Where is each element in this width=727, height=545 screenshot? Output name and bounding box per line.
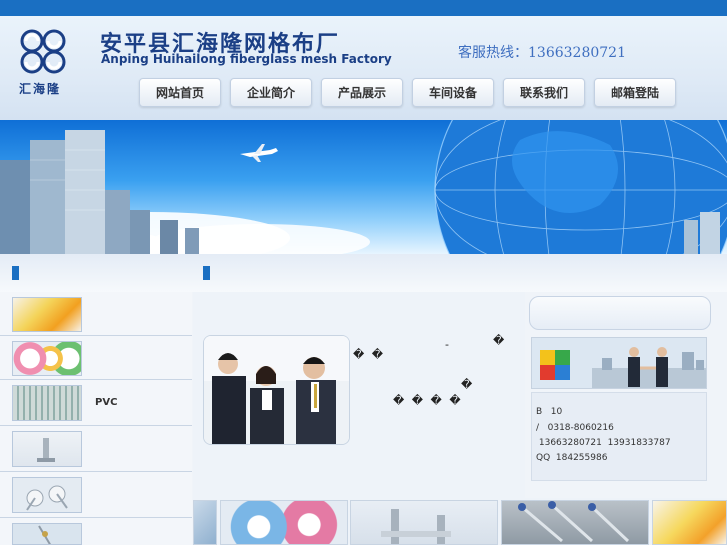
- banner-illustration: [0, 120, 727, 254]
- contact-address: B 10: [536, 407, 563, 417]
- nav-home[interactable]: 网站首页: [139, 78, 221, 107]
- handshake-photo: [531, 337, 707, 389]
- sidebar-item[interactable]: [0, 518, 192, 545]
- top-bar: [0, 0, 727, 16]
- garbled-text: �: [493, 334, 507, 347]
- product-thumb-anchor[interactable]: [12, 431, 82, 467]
- section-strip: [0, 254, 727, 292]
- nav-email-login[interactable]: 邮箱登陆: [594, 78, 676, 107]
- nav-workshop[interactable]: 车间设备: [412, 78, 494, 107]
- sidebar-item[interactable]: [0, 426, 192, 472]
- brand-subtitle: Anping Huihailong fiberglass mesh Factor…: [101, 52, 392, 66]
- gallery-item-tapes[interactable]: [220, 500, 348, 545]
- logo-text: 汇海隆: [19, 82, 62, 96]
- sidebar-item[interactable]: [0, 472, 192, 518]
- contact-qq: QQ 184255986: [536, 453, 608, 463]
- header: 汇海隆 安平县汇海隆网格布厂 Anping Huihailong fibergl…: [0, 16, 727, 120]
- contact-phone: / 0318-8060216: [536, 423, 614, 433]
- strip-marker-left: [12, 266, 19, 280]
- garbled-text: � � � �: [393, 394, 463, 407]
- nav-contact[interactable]: 联系我们: [503, 78, 585, 107]
- product-sidebar: PVC: [0, 292, 193, 545]
- main-nav: 网站首页 企业简介 产品展示 车间设备 联系我们 邮箱登陆: [139, 78, 676, 107]
- sidebar-item[interactable]: PVC: [0, 380, 192, 426]
- garbled-text: �: [461, 378, 475, 391]
- garbled-text: � �: [353, 348, 386, 361]
- about-section: - � � � � � � � �: [193, 292, 525, 498]
- garbled-text: -: [445, 338, 451, 351]
- contact-mobile: 13663280721 13931833787: [536, 438, 671, 448]
- strip-marker-right: [203, 266, 210, 280]
- gallery-item[interactable]: [193, 500, 217, 545]
- business-people-photo: [203, 335, 350, 445]
- gallery-item-nails[interactable]: [501, 500, 649, 545]
- hero-banner: [0, 120, 727, 254]
- gallery-item-anchors[interactable]: [350, 500, 498, 545]
- sidebar-item[interactable]: [0, 336, 192, 380]
- product-thumb-mesh-rolls[interactable]: [12, 297, 82, 332]
- product-thumb-tapes[interactable]: [12, 341, 82, 376]
- sidebar-item[interactable]: [0, 292, 192, 336]
- contact-header-box: [529, 296, 711, 330]
- contact-panel: B 10 / 0318-8060216 13663280721 13931833…: [525, 292, 727, 498]
- product-thumb-pvc-corner[interactable]: [12, 385, 82, 421]
- product-thumb-tool[interactable]: [12, 523, 82, 545]
- product-thumb-plugs[interactable]: [12, 477, 82, 513]
- nav-about[interactable]: 企业简介: [230, 78, 312, 107]
- company-logo-icon[interactable]: [14, 24, 72, 80]
- sidebar-item-label: PVC: [95, 397, 118, 408]
- hotline-text: 客服热线：13663280721: [458, 45, 626, 61]
- product-gallery: [193, 498, 727, 545]
- nav-products[interactable]: 产品展示: [321, 78, 403, 107]
- airplane-icon: [240, 144, 278, 162]
- contact-info: B 10 / 0318-8060216 13663280721 13931833…: [531, 392, 707, 481]
- gallery-item-mesh[interactable]: [652, 500, 727, 545]
